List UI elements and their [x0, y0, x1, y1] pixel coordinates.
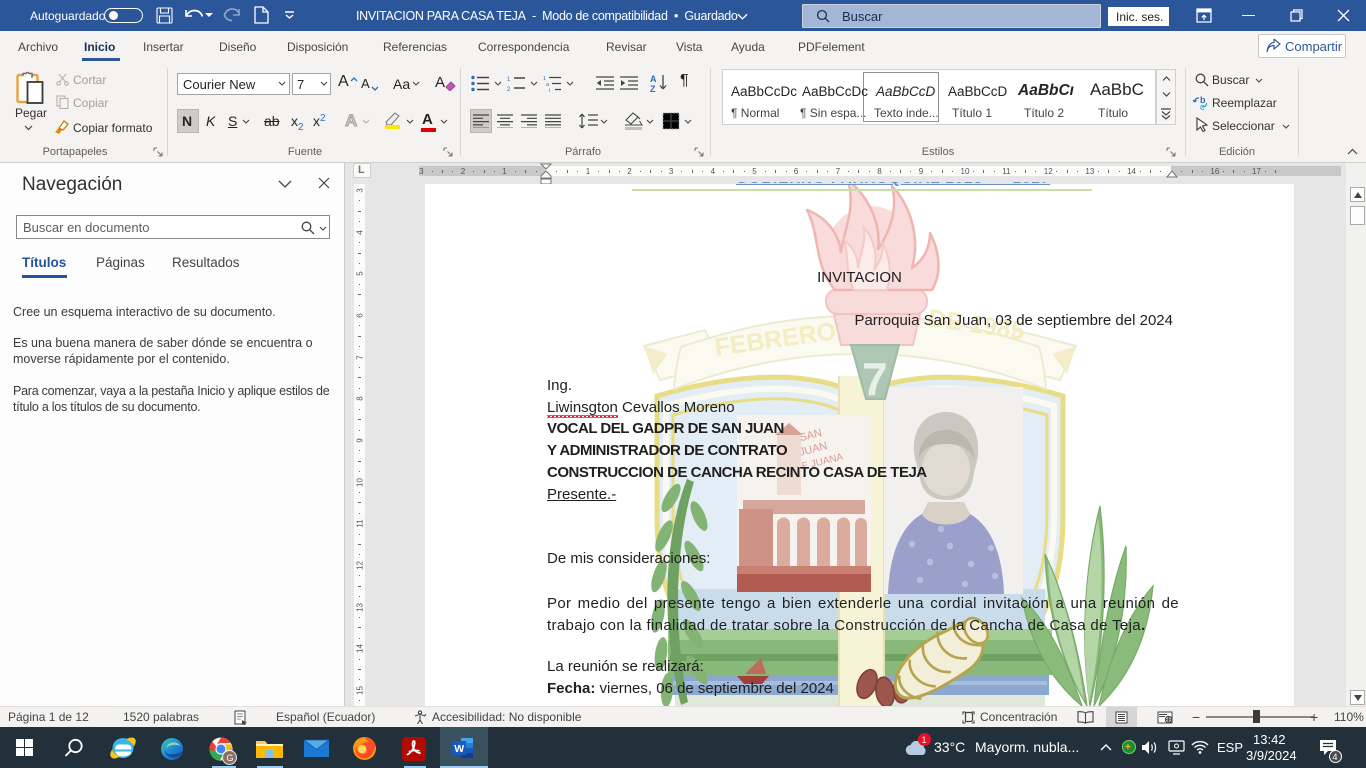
svg-text:A: A: [650, 74, 657, 84]
svg-text:7: 7: [862, 353, 888, 405]
svg-text:i: i: [549, 88, 550, 92]
svg-text:1: 1: [507, 77, 511, 83]
svg-text:Z: Z: [650, 84, 656, 93]
svg-text:2: 2: [507, 87, 511, 92]
svg-text:W: W: [454, 743, 464, 755]
